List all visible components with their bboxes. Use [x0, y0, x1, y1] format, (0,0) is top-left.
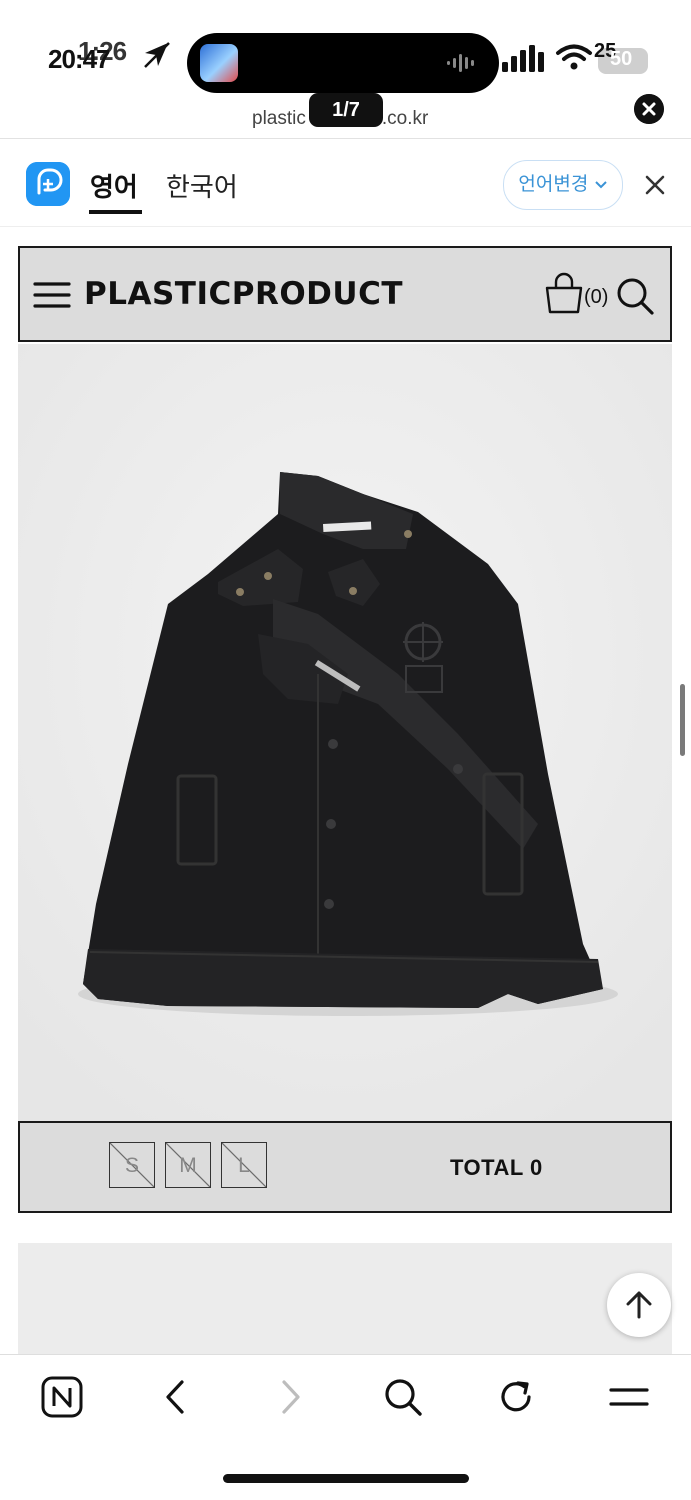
tab-korean[interactable]: 한국어	[166, 167, 238, 204]
scrollbar[interactable]	[680, 684, 685, 756]
active-tab-underline	[89, 210, 142, 214]
forward-icon[interactable]	[268, 1375, 312, 1419]
hamburger-menu-icon[interactable]	[33, 280, 71, 310]
total-label: TOTAL 0	[450, 1155, 543, 1180]
size-option-s[interactable]: S	[109, 1142, 155, 1188]
jacket-photo	[18, 344, 672, 1122]
now-playing-thumbnail	[200, 44, 238, 82]
divider	[0, 138, 691, 139]
language-change-button[interactable]: 언어변경	[503, 160, 623, 210]
site-logo[interactable]: PLASTICPRODUCT	[84, 276, 403, 312]
cart-count[interactable]: (0)	[584, 286, 608, 309]
scroll-to-top-button[interactable]	[607, 1273, 671, 1337]
chevron-down-icon	[594, 181, 607, 189]
tab-english[interactable]: 영어	[90, 167, 138, 204]
cellular-signal-icon	[502, 45, 544, 72]
search-icon[interactable]	[381, 1375, 425, 1419]
home-indicator	[223, 1474, 469, 1483]
size-option-m[interactable]: M	[165, 1142, 211, 1188]
naver-home-icon[interactable]	[40, 1375, 84, 1419]
language-change-label: 언어변경	[518, 174, 589, 195]
next-product-image[interactable]	[18, 1243, 672, 1354]
image-page-counter: 1/7	[309, 93, 383, 127]
size-option-l[interactable]: L	[221, 1142, 267, 1188]
audio-waveform-icon	[447, 54, 474, 72]
shopping-bag-icon[interactable]	[543, 272, 585, 314]
search-icon[interactable]	[614, 275, 656, 317]
papago-logo-icon	[26, 162, 70, 206]
menu-icon[interactable]	[607, 1375, 651, 1419]
back-icon[interactable]	[154, 1375, 198, 1419]
status-time-overlay: 1:26	[78, 36, 127, 66]
close-icon[interactable]	[634, 94, 664, 124]
product-image[interactable]	[18, 344, 672, 1122]
location-arrow-icon	[144, 42, 170, 68]
wifi-icon	[556, 44, 592, 70]
arrow-up-icon	[626, 1291, 652, 1319]
close-translate-icon[interactable]	[642, 172, 668, 198]
battery-level: 50	[610, 48, 633, 70]
reload-icon[interactable]	[494, 1375, 538, 1419]
